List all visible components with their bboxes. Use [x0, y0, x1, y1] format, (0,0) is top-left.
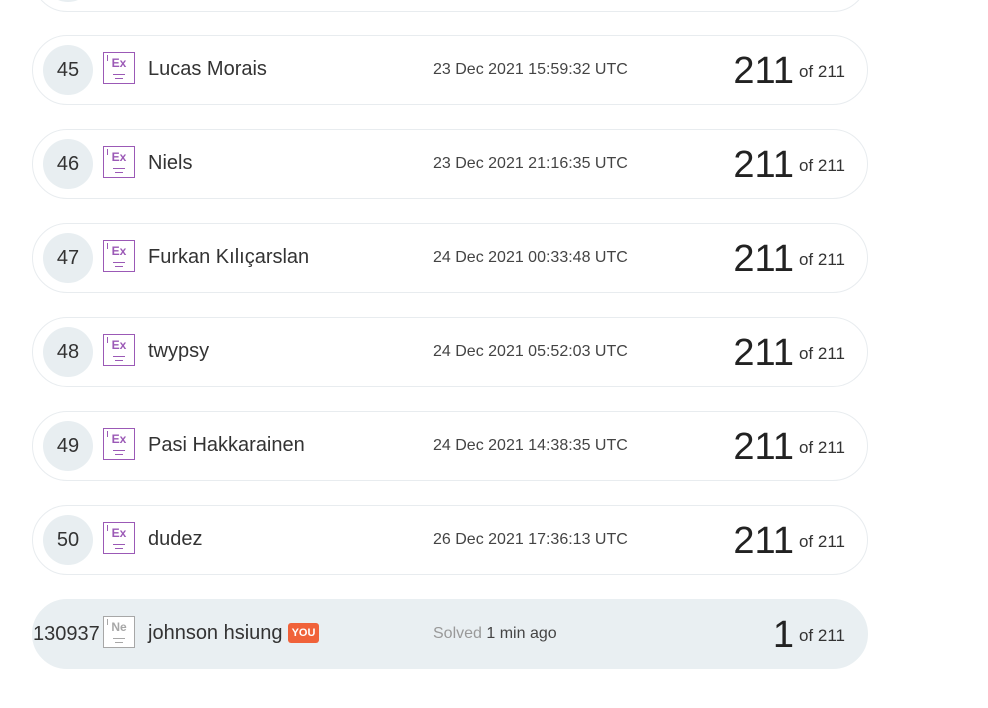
- score-value: 211: [733, 238, 794, 280]
- solve-timestamp: 26 Dec 2021 17:36:13 UTC: [433, 531, 628, 548]
- rank-number: 47: [43, 233, 93, 283]
- score-total: 211: [817, 531, 845, 551]
- score-of-label: of: [798, 437, 814, 457]
- score-value: 211: [733, 144, 794, 186]
- leaderboard-row[interactable]: 46 Ex Niels 23 Dec 2021 21:16:35 UTC 211…: [32, 129, 868, 199]
- solve-timestamp: 23 Dec 2021 15:59:32 UTC: [433, 61, 628, 78]
- rank-number: 49: [43, 421, 93, 471]
- score-value: 1: [772, 614, 794, 656]
- leaderboard-row[interactable]: 49 Ex Pasi Hakkarainen 24 Dec 2021 14:38…: [32, 411, 868, 481]
- score: 211 of 211: [733, 238, 845, 281]
- player-name[interactable]: Niels: [148, 152, 192, 175]
- leaderboard-row-partial: [32, 0, 868, 12]
- leaderboard-row[interactable]: 48 Ex twypsy 24 Dec 2021 05:52:03 UTC 21…: [32, 317, 868, 387]
- score-of-label: of: [798, 249, 814, 269]
- expert-badge-icon: Ex: [103, 334, 135, 366]
- expert-badge-icon: Ex: [103, 240, 135, 272]
- rank-number: 45: [43, 45, 93, 95]
- player-name[interactable]: Lucas Morais: [148, 58, 267, 81]
- score-total: 211: [817, 437, 845, 457]
- score-value: 211: [733, 520, 794, 562]
- solved-label: Solved: [433, 625, 482, 642]
- score: 211 of 211: [733, 426, 845, 469]
- rank-number: 48: [43, 327, 93, 377]
- player-name[interactable]: Pasi Hakkarainen: [148, 434, 305, 457]
- solve-status: Solved 1 min ago: [433, 625, 557, 643]
- leaderboard-row[interactable]: 50 Ex dudez 26 Dec 2021 17:36:13 UTC 211…: [32, 505, 868, 575]
- score-total: 211: [817, 61, 845, 81]
- solved-time: 1 min ago: [486, 625, 557, 642]
- score-of-label: of: [798, 343, 814, 363]
- score: 211 of 211: [733, 332, 845, 375]
- leaderboard-row[interactable]: 45 Ex Lucas Morais 23 Dec 2021 15:59:32 …: [32, 35, 868, 105]
- current-user-row[interactable]: 130937 Ne johnson hsiung YOU Solved 1 min…: [32, 599, 868, 669]
- current-user-name[interactable]: johnson hsiung: [148, 622, 283, 644]
- you-badge: YOU: [287, 623, 320, 643]
- player-name[interactable]: dudez: [148, 528, 203, 551]
- score-total: 211: [817, 625, 845, 645]
- rank-number: 46: [43, 139, 93, 189]
- score-value: 211: [733, 426, 794, 468]
- solve-timestamp: 24 Dec 2021 05:52:03 UTC: [433, 343, 628, 360]
- rank-number: 130937: [33, 623, 100, 645]
- score-of-label: of: [798, 625, 814, 645]
- score: 211 of 211: [733, 520, 845, 563]
- rank-number: 50: [43, 515, 93, 565]
- player-name[interactable]: twypsy: [148, 340, 209, 363]
- score-total: 211: [817, 155, 845, 175]
- rank-circle: [43, 0, 93, 2]
- newbie-badge-icon: Ne: [103, 616, 135, 648]
- leaderboard-row[interactable]: 47 Ex Furkan Kılıçarslan 24 Dec 2021 00:…: [32, 223, 868, 293]
- score: 211 of 211: [733, 50, 845, 93]
- score-value: 211: [733, 50, 794, 92]
- solve-timestamp: 23 Dec 2021 21:16:35 UTC: [433, 155, 628, 172]
- expert-badge-icon: Ex: [103, 146, 135, 178]
- score-of-label: of: [798, 61, 814, 81]
- expert-badge-icon: Ex: [103, 52, 135, 84]
- expert-badge-icon: Ex: [103, 522, 135, 554]
- solve-timestamp: 24 Dec 2021 14:38:35 UTC: [433, 437, 628, 454]
- player-name: johnson hsiung YOU: [148, 622, 320, 645]
- score-total: 211: [817, 343, 845, 363]
- score-value: 211: [733, 332, 794, 374]
- score-of-label: of: [798, 531, 814, 551]
- player-name[interactable]: Furkan Kılıçarslan: [148, 246, 309, 269]
- score: 1 of 211: [773, 614, 845, 657]
- score-of-label: of: [798, 155, 814, 175]
- expert-badge-icon: Ex: [103, 428, 135, 460]
- score-total: 211: [817, 249, 845, 269]
- solve-timestamp: 24 Dec 2021 00:33:48 UTC: [433, 249, 628, 266]
- score: 211 of 211: [733, 144, 845, 187]
